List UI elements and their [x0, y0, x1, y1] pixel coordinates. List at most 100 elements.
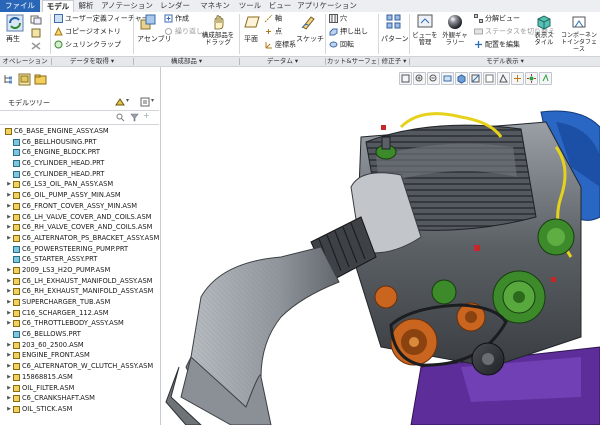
sketch-button[interactable]: スケッチ	[296, 14, 324, 52]
model-tree-item[interactable]: ▶ C6_LH_VALVE_COVER_AND_COILS.ASM	[0, 212, 159, 223]
expand-arrow-icon[interactable]: ▶	[6, 233, 12, 244]
group-modifiers[interactable]: 修正子 ▾	[379, 57, 409, 66]
model-tree-item[interactable]: ▶ C6_OIL_PUMP_ASSY_MIN.ASM	[0, 190, 159, 201]
extrude-button[interactable]: 押し出し	[329, 27, 368, 37]
expand-arrow-icon[interactable]: ▶	[6, 222, 12, 233]
model-tree-item[interactable]: ▶ C6_LH_EXHAUST_MANIFOLD_ASSY.ASM	[0, 276, 159, 287]
expand-arrow-icon[interactable]: ▶	[6, 404, 12, 415]
model-tree-item[interactable]: ▶ C6_FRONT_COVER_ASSY_MIN.ASM	[0, 201, 159, 212]
tab-annotation[interactable]: アノテーション	[101, 0, 153, 12]
group-components[interactable]: 構成部品 ▾	[134, 57, 239, 66]
graphics-viewport[interactable]	[161, 67, 600, 425]
model-tree-item[interactable]: C6_STARTER_ASSY.PRT	[0, 254, 159, 265]
folder-browser-tab-icon[interactable]	[34, 73, 47, 86]
expand-arrow-icon[interactable]: ▶	[6, 318, 12, 329]
model-tree-item[interactable]: ▶ OIL_FILTER.ASM	[0, 383, 159, 394]
delete-icon[interactable]	[30, 41, 42, 51]
group-model-display[interactable]: モデル表示 ▾	[410, 57, 600, 66]
model-tree-item[interactable]: ▶ 203_60_2500.ASM	[0, 340, 159, 351]
model-tree-item[interactable]: C6_CYLINDER_HEAD.PRT	[0, 169, 159, 180]
expand-arrow-icon[interactable]: ▶	[6, 297, 12, 308]
group-operations[interactable]: オペレーション ▾	[0, 57, 50, 74]
model-tree-item[interactable]: ▶ C6_LS3_OIL_PAN_ASSY.ASM	[0, 179, 159, 190]
layer-tree-tab-icon[interactable]	[18, 73, 31, 86]
model-tree-item[interactable]: ▶ C6_ALTERNATOR_W_CLUTCH_ASSY.ASM	[0, 361, 159, 372]
model-tree-item[interactable]: C6_ENGINE_BLOCK.PRT	[0, 147, 159, 158]
point-button[interactable]: 点	[264, 27, 282, 37]
group-cut-surface[interactable]: カット&サーフェス	[326, 57, 378, 74]
model-tree-item[interactable]: C6_BELLHOUSING.PRT	[0, 137, 159, 148]
group-get-data[interactable]: データを取得 ▾	[52, 57, 132, 66]
model-tree-tab-icon[interactable]	[3, 73, 16, 86]
tab-applications[interactable]: アプリケーション	[297, 0, 357, 12]
model-tree-item[interactable]: ▶ C6_ALTERNATOR_PS_BRACKET_ASSY.ASM	[0, 233, 159, 244]
hole-button[interactable]: 穴	[329, 14, 347, 24]
user-defined-feature-button[interactable]: ユーザー定義フィーチャー	[54, 14, 149, 24]
expand-arrow-icon[interactable]: ▶	[6, 340, 12, 351]
expand-arrow-icon[interactable]: ▶	[6, 372, 12, 383]
expand-arrow-icon[interactable]: ▶	[6, 286, 12, 297]
model-tree-item[interactable]: ▶ C6_CRANKSHAFT.ASM	[0, 393, 159, 404]
tree-settings-dropdown-icon[interactable]: ▾	[126, 97, 129, 104]
expand-arrow-icon[interactable]: ▶	[6, 212, 12, 223]
appearance-gallery-button[interactable]: 外観ギャラリー	[440, 14, 470, 52]
expand-arrow-icon[interactable]: ▶	[6, 201, 12, 212]
assembly-icon	[13, 384, 20, 392]
expand-arrow-icon[interactable]: ▶	[6, 276, 12, 287]
tab-manikin[interactable]: マネキン	[197, 0, 233, 12]
expand-arrow-icon[interactable]: ▶	[6, 179, 12, 190]
model-tree-item[interactable]: C6_POWERSTEERING_PUMP.PRT	[0, 244, 159, 255]
manage-views-button[interactable]: ビューを管理	[412, 14, 438, 52]
expand-arrow-icon[interactable]: ▶	[6, 265, 12, 276]
create-button[interactable]: 作成	[164, 14, 189, 24]
expand-arrow-icon[interactable]: ▶	[6, 350, 12, 361]
tab-analysis[interactable]: 解析	[75, 0, 97, 12]
paste-icon[interactable]	[30, 28, 42, 38]
display-style-button[interactable]: 表示スタイル	[532, 14, 556, 52]
tab-render[interactable]: レンダー	[157, 0, 193, 12]
model-tree-item[interactable]: ▶ SUPERCHARGER_TUB.ASM	[0, 297, 159, 308]
component-interface-button[interactable]: コンポーネントインタフェース	[560, 14, 598, 53]
copy-icon[interactable]	[30, 15, 42, 25]
tab-tools[interactable]: ツール	[237, 0, 263, 12]
revolve-button[interactable]: 回転	[329, 40, 354, 50]
show-menu-dropdown-icon[interactable]: ▾	[151, 97, 154, 104]
expand-arrow-icon[interactable]: ▶	[6, 393, 12, 404]
model-tree-item[interactable]: C6_BELLOWS.PRT	[0, 329, 159, 340]
expand-arrow-icon[interactable]: ▶	[6, 190, 12, 201]
csys-button[interactable]: 座標系	[264, 40, 296, 50]
model-tree-item[interactable]: ▶ 2009_LS3_H2O_PUMP.ASM	[0, 265, 159, 276]
model-tree-item[interactable]: ▶ C6_THROTTLEBODY_ASSY.ASM	[0, 318, 159, 329]
model-tree-item[interactable]: ▶ C6_RH_VALVE_COVER_AND_COILS.ASM	[0, 222, 159, 233]
model-tree-item[interactable]: C6_BASE_ENGINE_ASSY.ASM	[0, 126, 159, 137]
explode-view-button[interactable]: 分解ビュー	[474, 14, 520, 24]
pattern-button[interactable]: パターン	[381, 14, 409, 52]
tab-file[interactable]: ファイル	[0, 0, 40, 12]
model-tree-item[interactable]: ▶ ENGINE_FRONT.ASM	[0, 350, 159, 361]
shrinkwrap-button[interactable]: シュリンクラップ	[54, 40, 121, 50]
assemble-button[interactable]: アセンブリ	[136, 14, 172, 52]
expand-arrow-icon[interactable]: ▶	[6, 383, 12, 394]
model-tree-item[interactable]: ▶ C16_SCHARGER_112.ASM	[0, 308, 159, 319]
repeat-button[interactable]: 繰り返し	[164, 27, 203, 37]
engine-assembly-model[interactable]	[161, 67, 600, 425]
model-tree-item[interactable]: ▶ C6_RH_EXHAUST_MANIFOLD_ASSY.ASM	[0, 286, 159, 297]
filter-icon[interactable]	[130, 113, 139, 122]
group-datum[interactable]: データム ▾	[240, 57, 325, 66]
search-icon[interactable]	[116, 113, 125, 122]
model-tree-item[interactable]: ▶ OIL_STICK.ASM	[0, 404, 159, 415]
edit-position-button[interactable]: 配置を編集	[474, 40, 520, 50]
model-tree-item[interactable]: C6_CYLINDER_HEAD.PRT	[0, 158, 159, 169]
tab-view[interactable]: ビュー	[267, 0, 293, 12]
model-tree-item[interactable]: ▶ 15868815.ASM	[0, 372, 159, 383]
axis-button[interactable]: 軸	[264, 14, 282, 24]
show-menu-icon[interactable]	[140, 97, 150, 107]
add-column-icon[interactable]: +	[143, 111, 150, 120]
copy-geometry-button[interactable]: コピージオメトリ	[54, 27, 121, 37]
plane-button[interactable]: 平面	[242, 14, 262, 52]
regenerate-button[interactable]: 再生	[4, 14, 26, 52]
expand-arrow-icon[interactable]: ▶	[6, 308, 12, 319]
expand-arrow-icon[interactable]: ▶	[6, 361, 12, 372]
drag-components-button[interactable]: 構成部品をドラッグ	[200, 14, 236, 52]
tree-settings-icon[interactable]	[114, 97, 126, 107]
